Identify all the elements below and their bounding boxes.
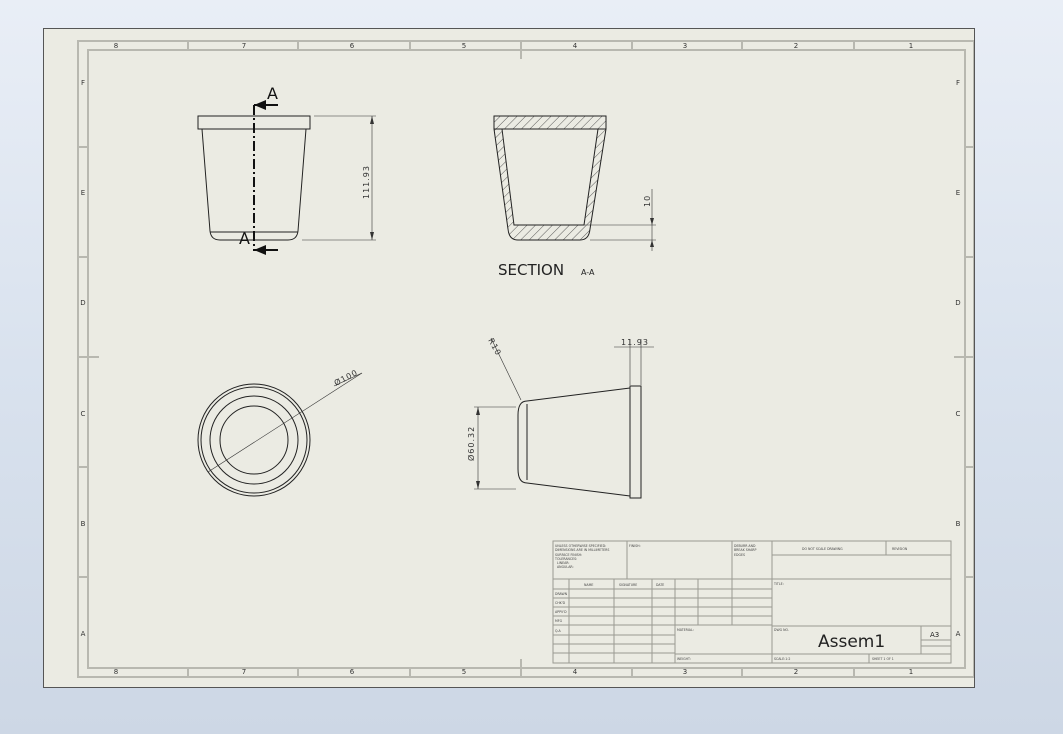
zone-row-left-F: F xyxy=(81,79,85,87)
sheet-label: SHEET 1 OF 1 xyxy=(872,657,894,661)
zone-col-bottom-7: 7 xyxy=(242,668,246,676)
zone-row-left-B: B xyxy=(81,520,86,528)
zone-col-top-5: 5 xyxy=(462,42,466,50)
section-view[interactable]: 10 SECTION A-A xyxy=(493,115,656,279)
notes-line-6: ANGULAR: xyxy=(557,565,574,569)
zone-col-top-2: 2 xyxy=(794,42,798,50)
scale-label: SCALE:1:2 xyxy=(774,657,790,661)
diameter-dimension[interactable]: Ø100 xyxy=(332,367,359,388)
front-view[interactable]: A A 111.93 xyxy=(197,84,376,255)
row-drawn: DRAWN xyxy=(555,592,568,596)
side-view[interactable]: Ø60.32 R10 11.93 xyxy=(466,337,654,499)
zone-row-right-A: A xyxy=(956,630,961,638)
section-arrow-top-icon xyxy=(254,100,266,110)
zone-row-left-D: D xyxy=(80,299,85,307)
row-qa: Q.A xyxy=(555,629,562,633)
sheet-size: A3 xyxy=(930,631,939,639)
zone-col-top-1: 1 xyxy=(909,42,913,50)
zone-col-top-3: 3 xyxy=(683,42,687,50)
section-arrow-bottom-icon xyxy=(254,245,266,255)
deburr-line-2: BREAK SHARP xyxy=(734,548,757,552)
zone-col-bottom-4: 4 xyxy=(573,668,578,676)
zone-col-top-4: 4 xyxy=(573,42,578,50)
notes-line-2: DIMENSIONS ARE IN MILLIMETERS xyxy=(555,548,609,552)
title-label: TITLE: xyxy=(773,582,784,586)
drawing-sheet: 8 7 6 5 4 3 2 1 8 7 6 5 4 3 2 1 F E D C … xyxy=(43,28,975,688)
drawing-name: Assem1 xyxy=(818,632,885,652)
zone-col-top-6: 6 xyxy=(350,42,355,50)
zone-col-bottom-1: 1 xyxy=(909,668,913,676)
weight-label: WEIGHT: xyxy=(677,657,691,661)
zone-row-right-C: C xyxy=(956,410,961,418)
revision-label: REVISION xyxy=(892,547,908,551)
dwg-no-label: DWG NO. xyxy=(774,628,789,632)
row-approved: APPV'D xyxy=(555,610,567,614)
zone-row-left-C: C xyxy=(81,410,86,418)
zone-col-bottom-2: 2 xyxy=(794,668,798,676)
col-date-header: DATE xyxy=(656,583,664,587)
zone-col-bottom-3: 3 xyxy=(683,668,687,676)
row-checked: CHK'D xyxy=(555,601,566,605)
col-name-header: NAME xyxy=(584,583,593,587)
zone-col-bottom-8: 8 xyxy=(114,668,118,676)
drawing-canvas: 8 7 6 5 4 3 2 1 8 7 6 5 4 3 2 1 F E D C … xyxy=(77,40,974,678)
section-title: SECTION xyxy=(498,261,564,279)
zone-labels: 8 7 6 5 4 3 2 1 8 7 6 5 4 3 2 1 F E D C … xyxy=(80,42,960,676)
do-not-scale-label: DO NOT SCALE DRAWING xyxy=(802,547,843,551)
radius-dimension[interactable]: R10 xyxy=(486,337,503,358)
zone-col-top-7: 7 xyxy=(242,42,246,50)
col-signature-header: SIGNATURE xyxy=(619,583,637,587)
title-block: UNLESS OTHERWISE SPECIFIED: DIMENSIONS A… xyxy=(552,540,952,664)
base-diameter-dimension[interactable]: Ø60.32 xyxy=(466,426,476,461)
sheet-border xyxy=(77,40,974,678)
height-dimension[interactable]: 111.93 xyxy=(362,165,371,199)
finish-label: FINISH: xyxy=(629,544,641,548)
row-mfg: MFG xyxy=(555,619,563,623)
zone-row-right-D: D xyxy=(955,299,960,307)
material-label: MATERIAL: xyxy=(677,628,694,632)
zone-row-right-E: E xyxy=(956,189,960,197)
wall-thickness-dimension[interactable]: 10 xyxy=(643,195,652,207)
zone-row-left-E: E xyxy=(81,189,85,197)
top-view[interactable]: Ø100 xyxy=(197,367,363,497)
zone-col-bottom-5: 5 xyxy=(462,668,466,676)
deburr-line-3: EDGES xyxy=(734,553,745,557)
zone-col-bottom-6: 6 xyxy=(350,668,355,676)
zone-col-top-8: 8 xyxy=(114,42,118,50)
zone-row-right-B: B xyxy=(956,520,961,528)
rim-width-dimension[interactable]: 11.93 xyxy=(621,338,649,347)
section-title-suffix: A-A xyxy=(581,268,595,277)
zone-row-left-A: A xyxy=(81,630,86,638)
section-label-top: A xyxy=(267,84,278,103)
section-label-bottom: A xyxy=(239,229,250,248)
zone-row-right-F: F xyxy=(956,79,960,87)
